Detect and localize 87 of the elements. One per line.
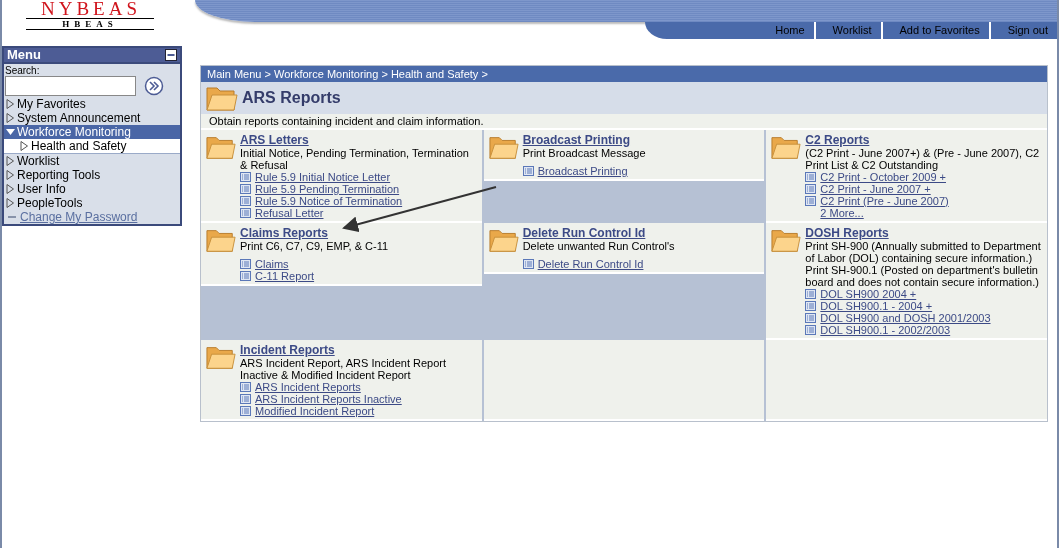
- breadcrumb-link[interactable]: Main Menu: [207, 68, 262, 80]
- report-link[interactable]: Modified Incident Report: [255, 405, 375, 417]
- report-link[interactable]: Delete Run Control Id: [537, 258, 644, 270]
- report-link[interactable]: ARS Incident Reports Inactive: [255, 393, 402, 405]
- nav-link[interactable]: Sign out: [988, 22, 1057, 39]
- tile-description: Print C6, C7, C9, EMP, & C-11: [240, 240, 389, 252]
- menu-item[interactable]: PeopleTools: [17, 196, 83, 210]
- report-link[interactable]: C2 Print (Pre - June 2007): [820, 195, 949, 207]
- search-label: Search:: [5, 65, 41, 76]
- breadcrumb-separator: >: [481, 68, 488, 80]
- report-icon: [805, 172, 817, 182]
- report-icon: [805, 301, 817, 311]
- report-link[interactable]: DOL SH900.1 - 2002/2003: [820, 324, 951, 336]
- report-link[interactable]: Claims: [255, 258, 289, 270]
- report-icon: [240, 394, 251, 404]
- expand-triangle-icon[interactable]: [20, 141, 29, 151]
- report-icon: [522, 259, 534, 269]
- report-icon: [240, 184, 251, 194]
- logo-subtitle: HBEAS: [26, 18, 154, 30]
- report-icon: [240, 406, 251, 416]
- page-description: Obtain reports containing incident and claim information.: [201, 114, 1047, 128]
- expand-triangle-icon[interactable]: [6, 156, 15, 166]
- report-link[interactable]: DOL SH900 and DOSH 2001/2003: [820, 312, 991, 324]
- tile-title-link[interactable]: Incident Reports: [240, 343, 479, 357]
- report-icon: [240, 259, 251, 269]
- report-icon: [240, 208, 251, 218]
- menu-item[interactable]: User Info: [17, 182, 66, 196]
- expand-triangle-icon[interactable]: [6, 198, 15, 208]
- more-link[interactable]: 2 More...: [805, 207, 1044, 219]
- breadcrumb-separator: >: [264, 68, 271, 80]
- expand-triangle-icon[interactable]: [6, 184, 15, 194]
- tile-description: ARS Incident Report, ARS Incident Report Inactive & Modified Incident Report: [240, 357, 448, 381]
- logo-title: NYBEAS: [40, 0, 142, 18]
- menu-link[interactable]: Change My Password: [20, 210, 138, 224]
- page-title: ARS Reports: [242, 88, 341, 108]
- search-field[interactable]: [5, 76, 136, 96]
- report-link[interactable]: Rule 5.9 Notice of Termination: [255, 195, 403, 207]
- menu-item[interactable]: Reporting Tools: [17, 168, 101, 182]
- tile-title-link[interactable]: Claims Reports: [240, 226, 389, 240]
- dash-icon: [8, 216, 16, 218]
- collapse-triangle-icon[interactable]: [6, 127, 15, 137]
- expand-triangle-icon[interactable]: [6, 99, 15, 109]
- report-link[interactable]: C2 Print - October 2009 +: [820, 171, 946, 183]
- tile-description: Print SH-900 (Annually submitted to Department of Labor (DOL) containing secure information.) Print SH-900.1 (Posted on department's bulletin board and does not contain secure information.): [805, 240, 1042, 288]
- go-icon[interactable]: [144, 76, 164, 96]
- collapse-icon[interactable]: [165, 49, 177, 61]
- report-link[interactable]: C-11 Report: [255, 270, 315, 282]
- tile-description: Print Broadcast Message: [522, 147, 646, 159]
- breadcrumb-link[interactable]: Workforce Monitoring: [274, 68, 379, 80]
- tile-title-link[interactable]: Delete Run Control Id: [522, 226, 675, 240]
- breadcrumb-link[interactable]: Health and Safety: [390, 68, 479, 80]
- report-link[interactable]: Broadcast Printing: [537, 165, 628, 177]
- tile-description: (C2 Print - June 2007+) & (Pre - June 2007), C2 Print List & C2 Outstanding: [805, 147, 1041, 171]
- tile-title-link[interactable]: ARS Letters: [240, 133, 479, 147]
- report-link[interactable]: ARS Incident Reports: [255, 381, 361, 393]
- report-icon: [805, 289, 817, 299]
- report-link[interactable]: Rule 5.9 Initial Notice Letter: [255, 171, 391, 183]
- tile-title-link[interactable]: DOSH Reports: [805, 226, 1044, 240]
- report-icon: [805, 313, 817, 323]
- report-icon: [240, 196, 251, 206]
- menu-item[interactable]: System Announcement: [17, 111, 141, 125]
- expand-triangle-icon[interactable]: [6, 170, 15, 180]
- report-link[interactable]: DOL SH900.1 - 2004 +: [820, 300, 933, 312]
- tile-title-link[interactable]: Broadcast Printing: [522, 133, 646, 147]
- report-icon: [805, 184, 817, 194]
- nav-link[interactable]: Add to Favorites: [880, 22, 989, 39]
- menu-title: Menu: [7, 46, 41, 65]
- report-link[interactable]: Rule 5.9 Pending Termination: [255, 183, 400, 195]
- breadcrumb-separator: >: [381, 68, 388, 80]
- menu-item[interactable]: Worklist: [17, 154, 60, 168]
- report-link[interactable]: DOL SH900 2004 +: [820, 288, 917, 300]
- report-icon: [805, 325, 817, 335]
- expand-triangle-icon[interactable]: [6, 113, 15, 123]
- tile-description: Initial Notice, Pending Termination, Termination & Refusal: [240, 147, 470, 171]
- report-icon: [522, 166, 534, 176]
- tile-description: Delete unwanted Run Control's: [522, 240, 675, 252]
- tile-title-link[interactable]: C2 Reports: [805, 133, 1044, 147]
- nav-link[interactable]: Home: [758, 22, 814, 39]
- report-icon: [805, 196, 817, 206]
- menu-item[interactable]: My Favorites: [17, 97, 86, 111]
- report-link[interactable]: Refusal Letter: [255, 207, 324, 219]
- report-link[interactable]: C2 Print - June 2007 +: [820, 183, 931, 195]
- nav-link[interactable]: Worklist: [813, 22, 881, 39]
- report-icon: [240, 271, 251, 281]
- report-icon: [240, 172, 251, 182]
- folder-icon: [206, 84, 238, 112]
- report-icon: [240, 382, 251, 392]
